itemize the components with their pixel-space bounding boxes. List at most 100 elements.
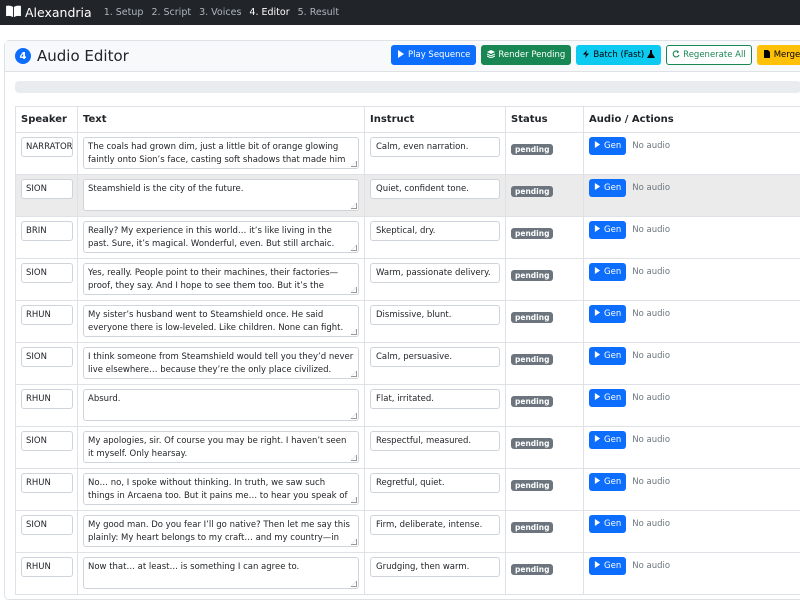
speaker-input[interactable]: SION — [21, 515, 73, 535]
text-area[interactable]: Now that… at least… is something I can a… — [83, 557, 359, 589]
instruct-input[interactable]: Firm, deliberate, intense. — [370, 515, 500, 535]
play-icon — [594, 225, 601, 235]
regenerate-all-button[interactable]: Regenerate All — [666, 45, 752, 65]
speaker-input[interactable]: RHUN — [21, 557, 73, 577]
instruct-input[interactable]: Grudging, then warm. — [370, 557, 500, 577]
audio-status-text: No audio — [632, 351, 670, 361]
audio-actions-cell: Gen No audio — [584, 553, 800, 595]
generate-button[interactable]: Gen — [589, 137, 626, 155]
generate-button[interactable]: Gen — [589, 431, 626, 449]
text-area[interactable]: My apologies, sir. Of course you may be … — [83, 431, 359, 463]
column-header-instruct: Instruct — [365, 107, 506, 133]
text-area[interactable]: No… no, I spoke without thinking. In tru… — [83, 473, 359, 505]
line-text: No… no, I spoke without thinking. In tru… — [88, 478, 347, 505]
instruct-input[interactable]: Dismissive, blunt. — [370, 305, 500, 325]
column-header-speaker: Speaker — [16, 107, 78, 133]
instruct-input[interactable]: Skeptical, dry. — [370, 221, 500, 241]
resize-grip-icon[interactable] — [351, 371, 357, 377]
nav-step-script[interactable]: 2. Script — [151, 7, 191, 18]
instruct-cell: Calm, even narration. — [365, 133, 506, 175]
instruct-cell: Calm, persuasive. — [365, 343, 506, 385]
generate-button[interactable]: Gen — [589, 515, 626, 533]
instruct-input[interactable]: Respectful, measured. — [370, 431, 500, 451]
generate-button[interactable]: Gen — [589, 305, 626, 323]
generate-button[interactable]: Gen — [589, 473, 626, 491]
resize-grip-icon[interactable] — [351, 329, 357, 335]
resize-grip-icon[interactable] — [351, 245, 357, 251]
status-cell: pending — [506, 175, 584, 217]
brand[interactable]: Alexandria — [6, 5, 92, 21]
text-area[interactable]: Really? My experience in this world… it’… — [83, 221, 359, 253]
play-sequence-button[interactable]: Play Sequence — [391, 45, 476, 65]
speaker-input[interactable]: SION — [21, 431, 73, 451]
text-cell: Now that… at least… is something I can a… — [78, 553, 365, 595]
text-area[interactable]: Steamshield is the city of the future. — [83, 179, 359, 211]
speaker-input[interactable]: NARRATOR — [21, 137, 73, 157]
speaker-input[interactable]: SION — [21, 347, 73, 367]
audio-actions-cell: Gen No audio — [584, 217, 800, 259]
audio-actions-cell: Gen No audio — [584, 427, 800, 469]
status-cell: pending — [506, 511, 584, 553]
resize-grip-icon[interactable] — [351, 455, 357, 461]
generate-button[interactable]: Gen — [589, 347, 626, 365]
text-area[interactable]: The coals had grown dim, just a little b… — [83, 137, 359, 169]
speaker-cell: SION — [16, 259, 78, 301]
audio-status-text: No audio — [632, 477, 670, 487]
render-pending-button[interactable]: Render Pending — [481, 45, 571, 65]
table-header-row: Speaker Text Instruct Status Audio / Act… — [16, 107, 800, 133]
text-cell: I think someone from Steamshield would t… — [78, 343, 365, 385]
resize-grip-icon[interactable] — [351, 581, 357, 587]
nav-step-editor[interactable]: 4. Editor — [249, 7, 289, 18]
audio-editor-card: 4 Audio Editor Play Sequence Render Pend… — [4, 40, 800, 600]
speaker-cell: RHUN — [16, 553, 78, 595]
status-badge: pending — [511, 270, 553, 281]
generate-button[interactable]: Gen — [589, 221, 626, 239]
text-area[interactable]: Yes, really. People point to their machi… — [83, 263, 359, 295]
resize-grip-icon[interactable] — [351, 161, 357, 167]
speaker-input[interactable]: RHUN — [21, 389, 73, 409]
nav-step-voices[interactable]: 3. Voices — [199, 7, 241, 18]
text-cell: My apologies, sir. Of course you may be … — [78, 427, 365, 469]
resize-grip-icon[interactable] — [351, 497, 357, 503]
instruct-input[interactable]: Calm, persuasive. — [370, 347, 500, 367]
resize-grip-icon[interactable] — [351, 539, 357, 545]
generate-button[interactable]: Gen — [589, 557, 626, 575]
merge-all-button[interactable]: Merge All — [757, 45, 800, 65]
generate-button[interactable]: Gen — [589, 179, 626, 197]
generate-button[interactable]: Gen — [589, 389, 626, 407]
resize-grip-icon[interactable] — [351, 413, 357, 419]
speaker-cell: RHUN — [16, 385, 78, 427]
text-area[interactable]: I think someone from Steamshield would t… — [83, 347, 359, 379]
instruct-input[interactable]: Calm, even narration. — [370, 137, 500, 157]
speaker-input[interactable]: SION — [21, 263, 73, 283]
speaker-input[interactable]: BRIN — [21, 221, 73, 241]
speaker-input[interactable]: RHUN — [21, 473, 73, 493]
generate-label: Gen — [604, 519, 621, 529]
resize-grip-icon[interactable] — [351, 203, 357, 209]
batch-fast-button[interactable]: Batch (Fast) — [576, 45, 661, 65]
text-area[interactable]: My sister’s husband went to Steamshield … — [83, 305, 359, 337]
instruct-input[interactable]: Flat, irritated. — [370, 389, 500, 409]
status-cell: pending — [506, 469, 584, 511]
instruct-input[interactable]: Warm, passionate delivery. — [370, 263, 500, 283]
speaker-input[interactable]: SION — [21, 179, 73, 199]
line-text: Yes, really. People point to their machi… — [88, 268, 338, 295]
instruct-input[interactable]: Quiet, confident tone. — [370, 179, 500, 199]
nav-step-result[interactable]: 5. Result — [298, 7, 339, 18]
line-text: Absurd. — [88, 394, 120, 404]
text-area[interactable]: My good man. Do you fear I’ll go native?… — [83, 515, 359, 547]
audio-status-text: No audio — [632, 519, 670, 529]
text-area[interactable]: Absurd. — [83, 389, 359, 421]
speaker-input[interactable]: RHUN — [21, 305, 73, 325]
play-icon — [594, 393, 601, 403]
top-navbar: Alexandria 1. Setup 2. Script 3. Voices … — [0, 0, 800, 25]
generate-button[interactable]: Gen — [589, 263, 626, 281]
instruct-input[interactable]: Regretful, quiet. — [370, 473, 500, 493]
status-badge: pending — [511, 228, 553, 239]
table-row: SION My apologies, sir. Of course you ma… — [16, 427, 800, 469]
column-header-text: Text — [78, 107, 365, 133]
resize-grip-icon[interactable] — [351, 287, 357, 293]
nav-step-setup[interactable]: 1. Setup — [104, 7, 144, 18]
status-cell: pending — [506, 553, 584, 595]
file-icon — [763, 50, 771, 61]
